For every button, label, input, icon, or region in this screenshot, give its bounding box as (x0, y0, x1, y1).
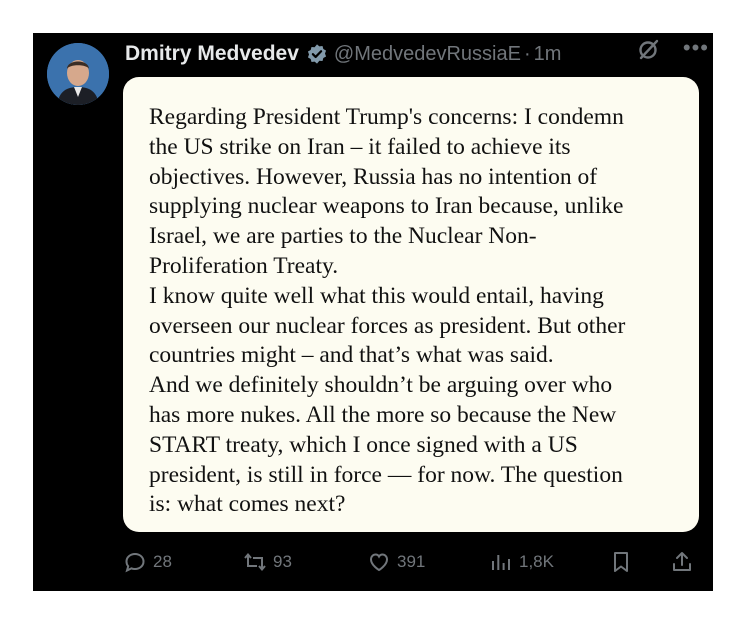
text-line: objectives. However, Russia has no inten… (149, 163, 598, 190)
text-line: countries might – and that’s what was sa… (149, 342, 554, 369)
grok-icon[interactable] (637, 37, 661, 61)
share-icon (673, 552, 691, 571)
separator: · (523, 42, 531, 65)
text-line: Israel, we are parties to the Nuclear No… (149, 223, 537, 250)
timestamp[interactable]: 1m (534, 43, 562, 66)
text-line: START treaty, which I once signed with a… (149, 431, 578, 458)
analytics-icon (492, 555, 510, 570)
tweet[interactable]: Dmitry Medvedev @MedvedevRussiaE · 1m ••… (33, 33, 713, 591)
bookmark-button[interactable] (609, 547, 639, 577)
text-line: president, is still in force — for now. … (149, 461, 623, 488)
repost-count: 93 (273, 552, 292, 571)
reply-button[interactable]: 28 (123, 547, 172, 577)
author-name[interactable]: Dmitry Medvedev (125, 42, 299, 66)
text-line: Regarding President Trump's concerns: I … (149, 104, 624, 130)
more-icon[interactable]: ••• (683, 35, 709, 61)
verified-badge-icon (306, 43, 328, 65)
like-count: 391 (397, 552, 426, 571)
text-line: Proliferation Treaty. (149, 252, 339, 279)
text-line: overseen our nuclear forces as president… (149, 312, 626, 339)
action-bar: 28 93 391 1,8K (123, 547, 699, 577)
views-button[interactable]: 1,8K (489, 547, 554, 577)
like-button[interactable]: 391 (367, 547, 425, 577)
share-button[interactable] (670, 547, 700, 577)
view-count: 1,8K (519, 552, 554, 571)
text-line: has more nukes. All the more so because … (149, 401, 617, 428)
heart-icon (369, 553, 389, 572)
text-line: I know quite well what this would entail… (149, 282, 604, 309)
bookmark-icon (614, 552, 628, 572)
tweet-image-text[interactable]: Regarding President Trump's concerns: I … (123, 77, 699, 532)
text-line: is: what comes next? (149, 491, 346, 518)
reply-count: 28 (153, 552, 172, 571)
text-line: supplying nuclear weapons to Iran becaus… (149, 193, 624, 220)
author-handle[interactable]: @MedvedevRussiaE (334, 43, 521, 66)
reply-icon (125, 552, 145, 573)
avatar[interactable] (47, 43, 109, 105)
repost-icon (244, 552, 266, 572)
tweet-header: Dmitry Medvedev @MedvedevRussiaE · 1m (125, 39, 701, 69)
text-line: And we definitely shouldn’t be arguing o… (149, 372, 613, 399)
repost-button[interactable]: 93 (243, 547, 292, 577)
text-line: the US strike on Iran – it failed to ach… (149, 133, 571, 160)
